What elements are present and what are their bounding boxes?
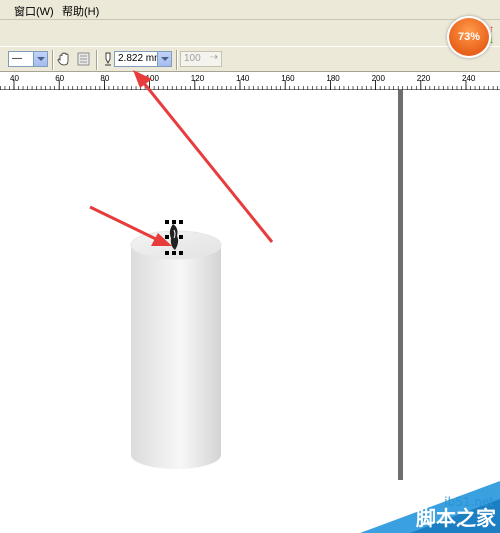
horizontal-ruler[interactable]: 40 60 80 100 120 140 160 180 200 220 240	[0, 72, 500, 90]
selection-handle[interactable]	[172, 251, 176, 255]
ruler-label: 240	[462, 74, 476, 83]
ruler-label: 120	[191, 74, 205, 83]
chevron-down-icon[interactable]	[33, 52, 47, 66]
zoom-badge[interactable]: 73%	[447, 16, 491, 58]
toolbar-separator	[176, 50, 178, 70]
cylinder-shape[interactable]	[130, 230, 222, 469]
watermark: jb51.net 脚本之家	[350, 473, 500, 533]
ruler-label: 40	[10, 74, 19, 83]
selection-handle[interactable]	[165, 251, 169, 255]
ruler-label: 140	[236, 74, 250, 83]
property-bar: — 2.822 mm 100 ⇢	[0, 20, 500, 72]
line-style-dropdown[interactable]: —	[8, 51, 48, 67]
speed-arrows-icon: ↑ ↓	[489, 24, 494, 46]
text-wrap-icon[interactable]	[76, 51, 92, 67]
menu-window[interactable]: 窗口(W)	[14, 3, 54, 19]
line-style-value: —	[12, 53, 22, 64]
outline-width-value: 2.822 mm	[118, 53, 163, 64]
selection-handle[interactable]	[172, 220, 176, 224]
menu-bar: 窗口(W) 帮助(H)	[0, 0, 500, 20]
property-bar-row: — 2.822 mm 100 ⇢	[0, 46, 500, 72]
scale-field[interactable]: 100 ⇢	[180, 51, 222, 67]
selection-handle[interactable]	[179, 220, 183, 224]
spinner-icon[interactable]: ⇢	[210, 52, 218, 63]
selection-handle[interactable]	[179, 251, 183, 255]
ruler-label: 180	[326, 74, 340, 83]
outline-width-dropdown[interactable]: 2.822 mm	[114, 51, 172, 67]
ruler-label: 60	[55, 74, 64, 83]
ruler-label: 100	[146, 74, 160, 83]
toolbar-separator	[96, 50, 98, 70]
ruler-ticks: 40 60 80 100 120 140 160 180 200 220 240	[0, 74, 498, 90]
selection-handle[interactable]	[165, 220, 169, 224]
scale-value: 100	[184, 53, 201, 64]
canvas-artwork	[130, 220, 222, 469]
toolbar-separator	[52, 50, 54, 70]
drawing-canvas[interactable]	[0, 90, 500, 533]
menu-help[interactable]: 帮助(H)	[62, 3, 99, 19]
chevron-down-icon[interactable]	[157, 52, 171, 66]
watermark-name: 脚本之家	[416, 506, 496, 530]
ruler-label: 220	[417, 74, 431, 83]
ruler-label: 80	[100, 74, 109, 83]
ruler-label: 200	[372, 74, 386, 83]
hand-tool-icon[interactable]	[56, 51, 72, 67]
ruler-label: 160	[281, 74, 295, 83]
selection-handle[interactable]	[165, 235, 169, 239]
selection-handle[interactable]	[179, 235, 183, 239]
